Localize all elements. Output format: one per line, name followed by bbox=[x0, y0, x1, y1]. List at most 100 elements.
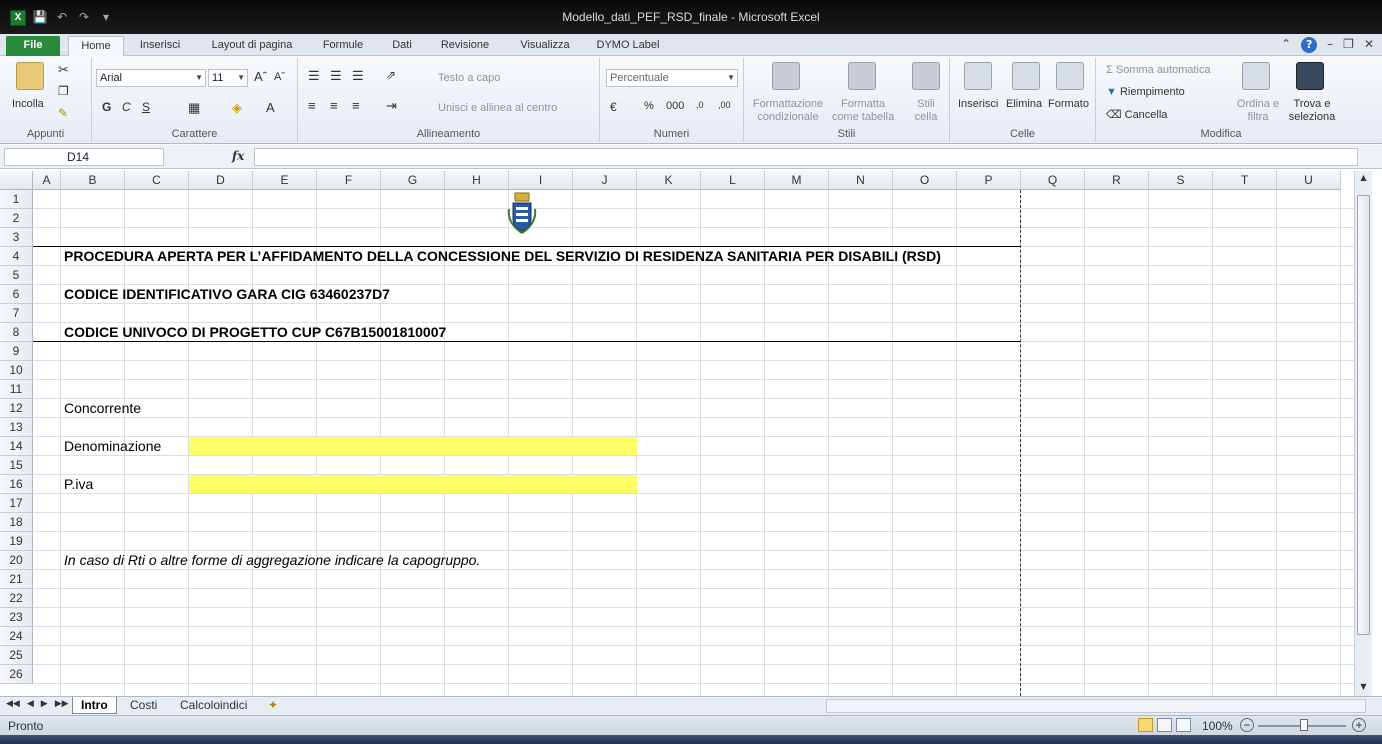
column-header-q[interactable]: Q bbox=[1021, 171, 1085, 190]
column-header-b[interactable]: B bbox=[61, 171, 125, 190]
row-header-19[interactable]: 19 bbox=[0, 532, 33, 551]
first-sheet-icon[interactable]: ◀◀ bbox=[6, 699, 20, 709]
zoom-in-icon[interactable]: + bbox=[1352, 718, 1366, 732]
row-header-20[interactable]: 20 bbox=[0, 551, 33, 570]
delete-button[interactable]: Elimina bbox=[1006, 98, 1042, 110]
tab-file[interactable]: File bbox=[6, 36, 60, 56]
borders-icon[interactable]: ▦ bbox=[188, 100, 200, 116]
font-color-icon[interactable]: A bbox=[266, 100, 275, 115]
column-header-g[interactable]: G bbox=[381, 171, 445, 190]
thousands-button[interactable]: 000 bbox=[666, 100, 684, 112]
zoom-out-icon[interactable]: − bbox=[1240, 718, 1254, 732]
column-header-c[interactable]: C bbox=[125, 171, 189, 190]
vertical-scrollbar[interactable]: ▲ ▼ bbox=[1354, 171, 1372, 696]
sort-filter-button[interactable]: Ordina e filtra bbox=[1236, 98, 1280, 124]
shrink-font-icon[interactable]: Aˇ bbox=[274, 71, 285, 83]
delete-cells-icon[interactable] bbox=[1012, 62, 1040, 90]
formula-input[interactable] bbox=[254, 148, 1358, 166]
scroll-down-icon[interactable]: ▼ bbox=[1357, 682, 1370, 694]
paste-icon[interactable] bbox=[16, 62, 44, 90]
align-center-icon[interactable]: ≡ bbox=[330, 98, 338, 113]
column-header-e[interactable]: E bbox=[253, 171, 317, 190]
column-header-l[interactable]: L bbox=[701, 171, 765, 190]
conditional-format-button[interactable]: Formattazione condizionale bbox=[750, 98, 826, 124]
row-header-8[interactable]: 8 bbox=[0, 323, 33, 342]
row-header-13[interactable]: 13 bbox=[0, 418, 33, 437]
currency-icon[interactable]: € bbox=[610, 100, 617, 114]
piva-input-cell[interactable] bbox=[189, 475, 637, 493]
row-header-15[interactable]: 15 bbox=[0, 456, 33, 475]
tab-insert[interactable]: Inserisci bbox=[132, 36, 188, 56]
cut-icon[interactable]: ✂ bbox=[58, 62, 69, 78]
column-header-a[interactable]: A bbox=[33, 171, 61, 190]
font-name-select[interactable]: Arial ▼ bbox=[96, 69, 206, 87]
bold-button[interactable]: G bbox=[102, 100, 111, 114]
format-painter-icon[interactable]: ✎ bbox=[58, 106, 68, 120]
column-header-u[interactable]: U bbox=[1277, 171, 1341, 190]
tab-dymo-label[interactable]: DYMO Label bbox=[590, 36, 666, 56]
page-layout-view-icon[interactable] bbox=[1157, 718, 1172, 732]
format-button[interactable]: Formato bbox=[1048, 98, 1089, 110]
align-right-icon[interactable]: ≡ bbox=[352, 98, 360, 113]
zoom-level[interactable]: 100% bbox=[1202, 719, 1233, 733]
insert-cells-icon[interactable] bbox=[964, 62, 992, 90]
scroll-thumb[interactable] bbox=[1357, 195, 1370, 635]
column-header-m[interactable]: M bbox=[765, 171, 829, 190]
minimize-icon[interactable]: – bbox=[1327, 37, 1333, 53]
cell-b4-title[interactable]: PROCEDURA APERTA PER L’AFFIDAMENTO DELLA… bbox=[64, 248, 941, 264]
column-header-k[interactable]: K bbox=[637, 171, 701, 190]
row-header-11[interactable]: 11 bbox=[0, 380, 33, 399]
font-size-select[interactable]: 11 ▼ bbox=[208, 69, 248, 87]
column-header-i[interactable]: I bbox=[509, 171, 573, 190]
row-header-14[interactable]: 14 bbox=[0, 437, 33, 456]
tab-page-layout[interactable]: Layout di pagina bbox=[200, 36, 304, 56]
row-header-6[interactable]: 6 bbox=[0, 285, 33, 304]
next-sheet-icon[interactable]: ▶ bbox=[41, 699, 48, 709]
horizontal-scrollbar[interactable] bbox=[826, 699, 1366, 713]
cell-b16-piva[interactable]: P.iva bbox=[64, 476, 93, 492]
column-header-o[interactable]: O bbox=[893, 171, 957, 190]
row-header-4[interactable]: 4 bbox=[0, 247, 33, 266]
column-header-t[interactable]: T bbox=[1213, 171, 1277, 190]
row-header-12[interactable]: 12 bbox=[0, 399, 33, 418]
insert-button[interactable]: Inserisci bbox=[958, 98, 998, 110]
tab-view[interactable]: Visualizza bbox=[510, 36, 580, 56]
orientation-icon[interactable]: ⇗ bbox=[386, 68, 396, 82]
number-format-select[interactable]: Percentuale ▼ bbox=[606, 69, 738, 87]
sort-filter-icon[interactable] bbox=[1242, 62, 1270, 90]
autosum-button[interactable]: Σ Somma automatica bbox=[1106, 64, 1211, 76]
italic-button[interactable]: C bbox=[122, 100, 131, 114]
sheet-tab-costi[interactable]: Costi bbox=[122, 697, 165, 714]
close-icon[interactable]: ✕ bbox=[1364, 37, 1374, 53]
row-header-7[interactable]: 7 bbox=[0, 304, 33, 323]
tab-review[interactable]: Revisione bbox=[432, 36, 498, 56]
row-header-1[interactable]: 1 bbox=[0, 190, 33, 209]
column-header-p[interactable]: P bbox=[957, 171, 1021, 190]
align-left-icon[interactable]: ≡ bbox=[308, 98, 316, 113]
format-cells-icon[interactable] bbox=[1056, 62, 1084, 90]
column-header-d[interactable]: D bbox=[189, 171, 253, 190]
indent-icon[interactable]: ⇥ bbox=[386, 98, 397, 114]
wrap-text-button[interactable]: Testo a capo bbox=[438, 72, 500, 84]
fill-button[interactable]: ▼ Riempimento bbox=[1106, 86, 1185, 98]
grow-font-icon[interactable]: Aˆ bbox=[254, 69, 267, 84]
underline-button[interactable]: S bbox=[142, 100, 150, 114]
row-header-2[interactable]: 2 bbox=[0, 209, 33, 228]
cell-b12-concorrente[interactable]: Concorrente bbox=[64, 400, 141, 416]
tab-formulas[interactable]: Formule bbox=[314, 36, 372, 56]
align-top-icon[interactable]: ☰ bbox=[308, 68, 320, 84]
conditional-format-icon[interactable] bbox=[772, 62, 800, 90]
worksheet-grid[interactable]: A B C D E F G H I J K L M N O P Q R S T U 1 2 3 4 5 6 7 8 9 10 11 12 13 14… bbox=[0, 171, 1354, 696]
fill-color-icon[interactable]: ◈ bbox=[232, 100, 242, 116]
row-header-22[interactable]: 22 bbox=[0, 589, 33, 608]
row-header-10[interactable]: 10 bbox=[0, 361, 33, 380]
cell-b8-cup[interactable]: CODICE UNIVOCO DI PROGETTO CUP C67B15001… bbox=[64, 324, 446, 340]
row-header-18[interactable]: 18 bbox=[0, 513, 33, 532]
column-header-n[interactable]: N bbox=[829, 171, 893, 190]
clear-button[interactable]: ⌫ Cancella bbox=[1106, 108, 1167, 121]
align-middle-icon[interactable]: ☰ bbox=[330, 68, 342, 84]
column-header-h[interactable]: H bbox=[445, 171, 509, 190]
minimize-ribbon-icon[interactable]: ⌃ bbox=[1281, 37, 1291, 53]
row-header-21[interactable]: 21 bbox=[0, 570, 33, 589]
normal-view-icon[interactable] bbox=[1138, 718, 1153, 732]
